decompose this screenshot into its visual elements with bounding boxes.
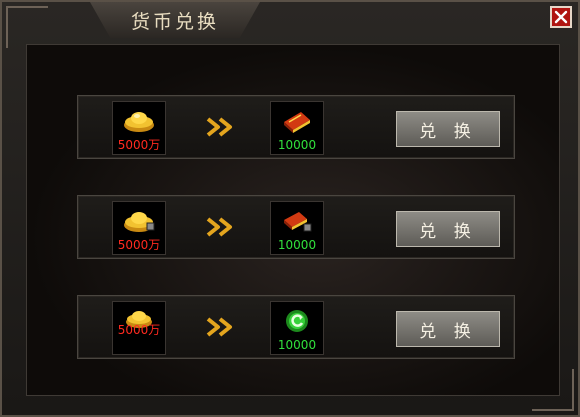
currency-exchange-window: 货币兑换 5000万 10000 兑 换 5000万 10000 兑 换 500… [0, 0, 580, 417]
gold-ingot-bound-icon [124, 212, 155, 232]
exchange-row: 5000万 10000 兑 换 [77, 95, 515, 159]
source-value: 5000万 [117, 238, 161, 252]
frame-corner-decoration [6, 6, 48, 48]
exchange-button[interactable]: 兑 换 [396, 111, 500, 147]
source-value: 5000万 [117, 138, 161, 152]
exchange-button[interactable]: 兑 换 [396, 311, 500, 347]
exchange-row: 5000万 10000 兑 换 [77, 195, 515, 259]
target-currency-slot[interactable]: 10000 [270, 101, 324, 155]
exchange-button-label: 兑 换 [419, 221, 477, 242]
target-value: 10000 [277, 238, 317, 252]
exchange-button[interactable]: 兑 换 [396, 211, 500, 247]
target-value: 10000 [277, 338, 317, 352]
exchange-panel: 5000万 10000 兑 换 5000万 10000 兑 换 5000万 10… [26, 44, 560, 396]
red-book-icon [284, 112, 310, 133]
source-currency-slot[interactable]: 5000万 [112, 201, 166, 255]
double-arrow-icon [206, 317, 232, 337]
exchange-button-label: 兑 换 [419, 121, 477, 142]
target-value: 10000 [277, 138, 317, 152]
exchange-row: 5000万 10000 兑 换 [77, 295, 515, 359]
close-button[interactable] [550, 6, 572, 28]
green-gem-icon [286, 310, 308, 332]
title-tab: 货币兑换 [90, 2, 260, 38]
target-currency-slot[interactable]: 10000 [270, 301, 324, 355]
close-icon [554, 10, 568, 24]
gold-ingot-icon [124, 112, 154, 132]
source-currency-slot[interactable]: 5000万 [112, 301, 166, 355]
source-value: 5000万 [117, 323, 161, 337]
window-title: 货币兑换 [130, 10, 219, 33]
exchange-button-label: 兑 换 [419, 321, 477, 342]
double-arrow-icon [206, 117, 232, 137]
red-book-bound-icon [284, 212, 312, 232]
double-arrow-icon [206, 217, 232, 237]
source-currency-slot[interactable]: 5000万 [112, 101, 166, 155]
target-currency-slot[interactable]: 10000 [270, 201, 324, 255]
